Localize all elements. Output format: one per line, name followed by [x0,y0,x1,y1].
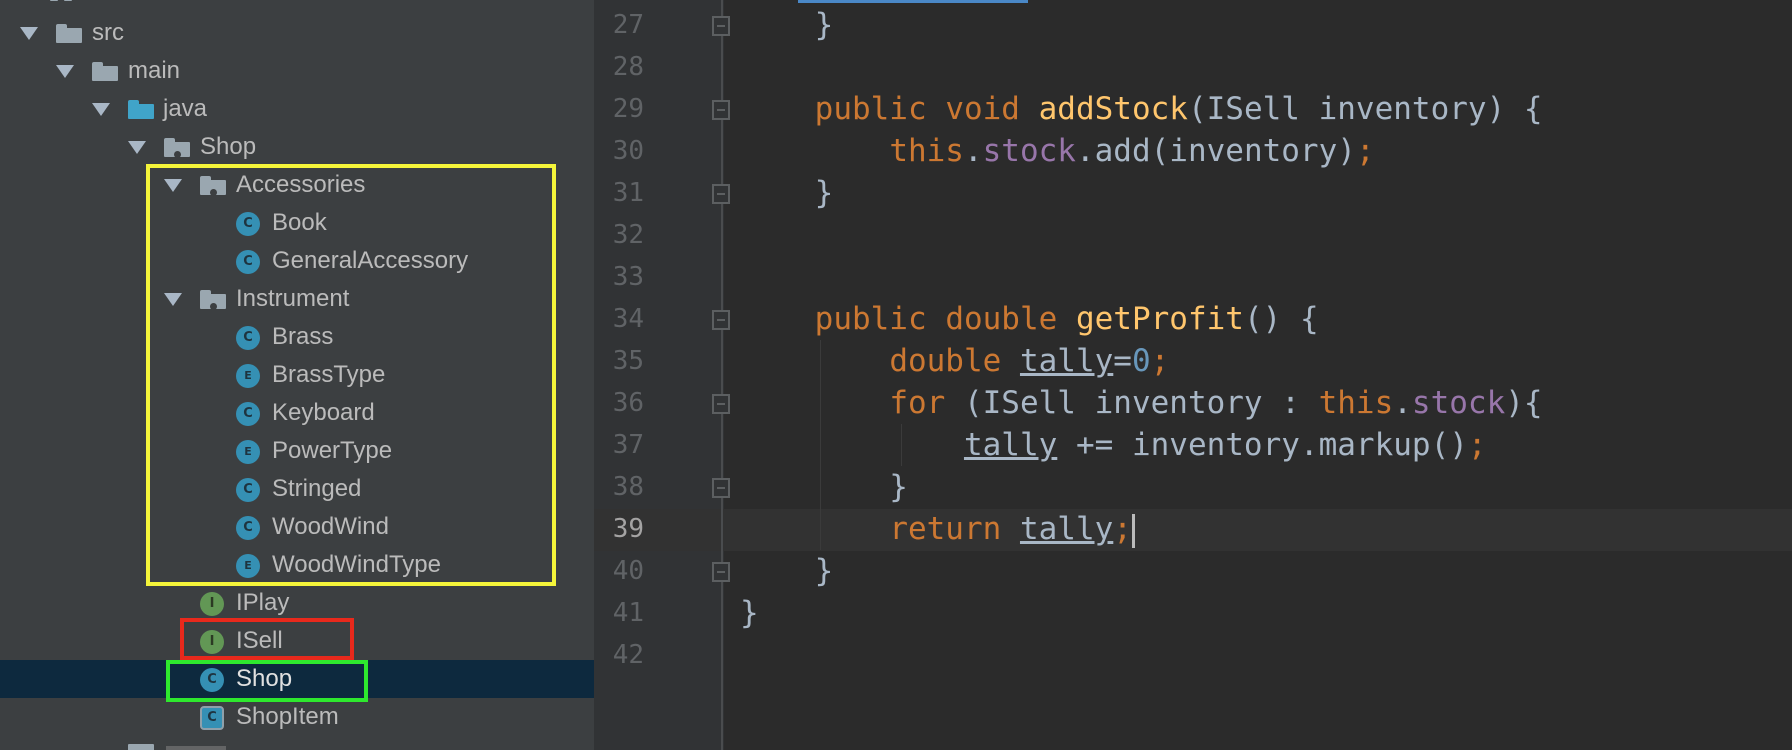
code-line[interactable]: } [740,592,759,634]
expand-arrow-icon[interactable] [128,141,146,154]
line-number: 40 [612,556,644,586]
tree-label: src [92,19,124,46]
tree-row-main[interactable]: main [0,52,594,90]
expand-arrow-icon[interactable] [56,65,74,78]
tree-row-java[interactable]: java [0,90,594,128]
fold-marker-icon[interactable] [712,478,730,498]
tree-label: ShopItem [236,703,339,730]
fold-marker-icon[interactable] [712,562,730,582]
project-panel: src main java Shop Accessories C Book C … [0,0,594,750]
line-number: 42 [612,640,644,670]
code-line[interactable]: } [740,550,834,592]
code-line[interactable]: public double getProfit() { [740,298,1319,340]
code-line[interactable]: } [740,172,834,214]
code-line[interactable]: for (ISell inventory : this.stock){ [740,382,1542,424]
line-number: 31 [612,178,644,208]
source-folder-icon [128,100,154,119]
fold-marker-icon[interactable] [712,310,730,330]
code-line[interactable]: this.stock.add(inventory); [740,130,1374,172]
tree-label: IPlay [236,589,290,616]
fold-marker-icon[interactable] [712,184,730,204]
expand-arrow-icon[interactable] [92,103,110,116]
fold-marker-icon[interactable] [712,394,730,414]
line-number: 28 [612,52,644,82]
line-number: 33 [612,262,644,292]
interface-icon: I [200,592,224,616]
line-number-current: 39 [612,514,644,544]
package-icon [164,138,190,158]
text-caret [1131,513,1135,548]
line-number: 38 [612,472,644,502]
fold-marker-icon[interactable] [712,100,730,120]
code-line[interactable]: double tally=0; [740,340,1169,382]
line-number: 35 [612,346,644,376]
tree-row-src[interactable]: src [0,14,594,52]
expand-arrow-icon[interactable] [20,27,38,40]
tree-label: main [128,57,181,84]
abstract-class-icon: C [200,706,224,730]
code-line[interactable]: tally += inventory.markup(); [740,424,1487,466]
line-number: 27 [612,10,644,40]
tree-row-partial [50,0,110,2]
line-number: 29 [612,94,644,124]
folder-icon [92,62,118,81]
line-number: 36 [612,388,644,418]
tree-label: Shop [200,133,257,160]
line-number: 34 [612,304,644,334]
line-number: 37 [612,430,644,460]
highlight-box-red [180,618,354,660]
tree-row-shop-package[interactable]: Shop [0,128,594,166]
active-tab-indicator [798,0,1028,3]
code-line[interactable]: public void addStock(ISell inventory) { [740,88,1543,130]
code-line[interactable]: } [740,466,908,508]
fold-marker-icon[interactable] [712,16,730,36]
tree-row-partial-bottom [128,742,228,750]
line-number: 30 [612,136,644,166]
tree-row-shopitem[interactable]: C ShopItem [0,698,594,736]
code-line[interactable]: return tally; [740,508,1135,550]
highlight-box-green [166,660,368,702]
highlight-box-yellow [146,164,556,586]
tree-row-iplay[interactable]: I IPlay [0,584,594,622]
code-line[interactable]: } [740,4,834,46]
tree-label: java [163,95,208,122]
line-number: 32 [612,220,644,250]
line-number: 41 [612,598,644,628]
folder-icon [56,24,82,43]
